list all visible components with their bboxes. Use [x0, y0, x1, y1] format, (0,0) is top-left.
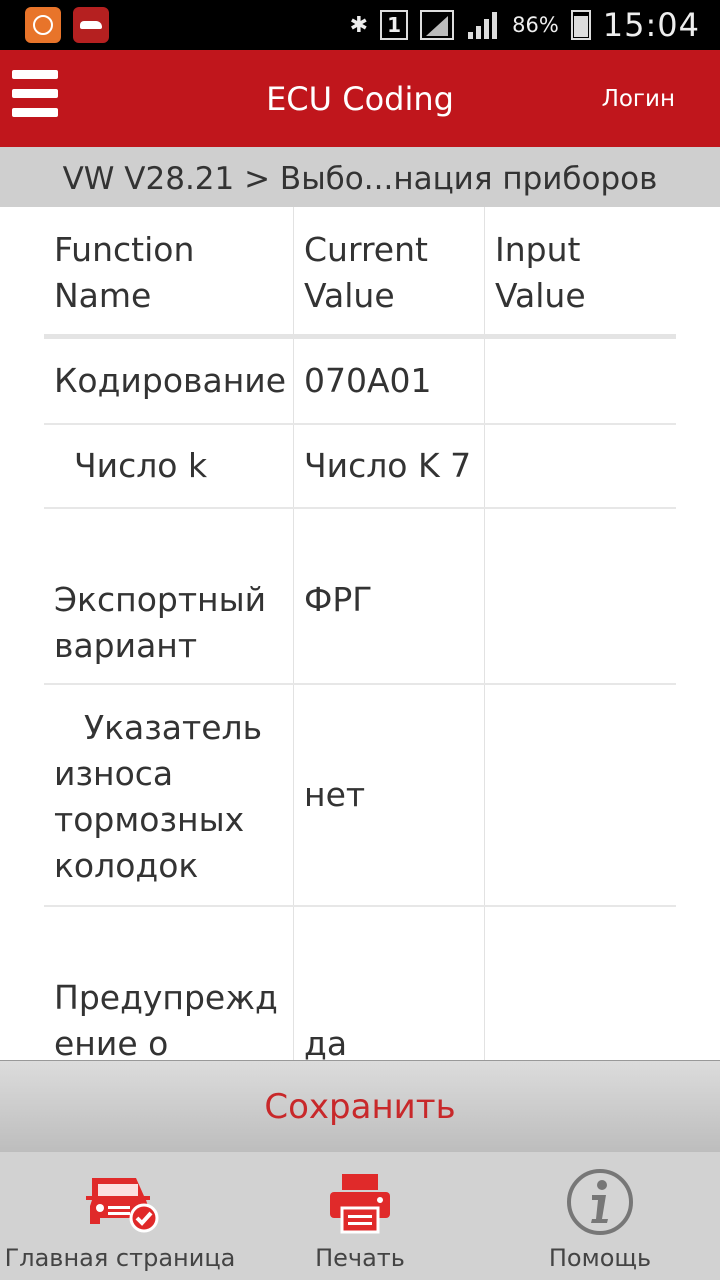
- column-header-input-value: Input Value: [495, 230, 586, 315]
- app-header: ECU Coding Логин: [0, 50, 720, 147]
- current-value: нет: [294, 685, 485, 905]
- battery-icon: [570, 10, 591, 40]
- battery-percent: 86%: [512, 13, 559, 37]
- cell-signal-icon: [468, 12, 498, 39]
- function-name: Предупреждение о: [44, 907, 294, 1060]
- clock: 15:04: [602, 6, 700, 44]
- column-header-current-value: Current Value: [294, 207, 485, 334]
- input-value[interactable]: [485, 907, 676, 1060]
- table-row[interactable]: Указатель износа тормозных колодок нет: [44, 685, 676, 907]
- save-button-label: Сохранить: [264, 1086, 456, 1127]
- sim-icon: 1: [380, 10, 409, 40]
- save-button[interactable]: Сохранить: [0, 1060, 720, 1152]
- table-row[interactable]: Предупреждение о да: [44, 907, 676, 1060]
- function-name: Кодирование: [44, 339, 294, 423]
- function-name: Указатель износа тормозных колодок: [44, 685, 294, 905]
- breadcrumb: VW V28.21 > Выбо...нация приборов: [0, 147, 720, 207]
- status-icons: ✱ 1 86% 15:04: [350, 6, 700, 44]
- current-value: да: [294, 907, 485, 1060]
- nav-help-label: Помощь: [548, 1244, 652, 1272]
- nav-home-label: Главная страница: [4, 1244, 236, 1272]
- nav-print-label: Печать: [315, 1244, 405, 1272]
- table-row[interactable]: Кодирование 070A01: [44, 339, 676, 425]
- table-row[interactable]: Число k Число K 7: [44, 425, 676, 509]
- table-row[interactable]: Экспортный вариант ФРГ: [44, 509, 676, 685]
- mi-app-icon: [25, 7, 61, 43]
- column-header-function-name: Function Name: [44, 207, 294, 334]
- current-value: 070A01: [294, 339, 485, 423]
- status-bar: ✱ 1 86% 15:04: [0, 0, 720, 50]
- input-value[interactable]: [485, 339, 676, 423]
- input-value[interactable]: [485, 685, 676, 905]
- table-header: Function Name Current Value Input Value: [44, 207, 676, 339]
- nav-print[interactable]: Печать: [240, 1152, 480, 1280]
- bottom-nav: Главная страница Печать Помощь: [0, 1152, 720, 1280]
- bluetooth-icon: ✱: [349, 12, 369, 38]
- info-icon: [565, 1164, 635, 1240]
- login-link[interactable]: Логин: [602, 86, 675, 112]
- current-value: Число K 7: [294, 425, 485, 507]
- function-name: Число k: [44, 425, 294, 507]
- printer-icon: [328, 1164, 392, 1240]
- input-value[interactable]: [485, 509, 676, 683]
- nav-help[interactable]: Помощь: [480, 1152, 720, 1280]
- wifi-signal-icon: [420, 10, 455, 40]
- current-value: ФРГ: [294, 509, 485, 683]
- car-check-icon: [78, 1164, 162, 1240]
- nav-home[interactable]: Главная страница: [0, 1152, 240, 1280]
- coding-table[interactable]: Function Name Current Value Input Value …: [44, 207, 676, 1060]
- function-name: Экспортный вариант: [44, 509, 294, 683]
- car-app-icon: [73, 7, 109, 43]
- input-value[interactable]: [485, 425, 676, 507]
